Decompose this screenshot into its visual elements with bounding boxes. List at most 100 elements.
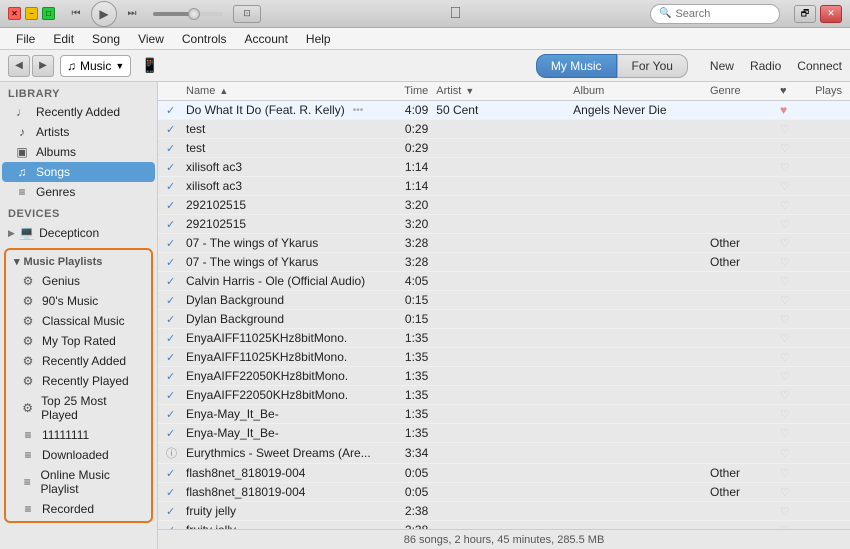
col-header-artist[interactable]: Artist ▼ [436, 85, 573, 97]
song-heart-cell[interactable]: ♡ [780, 198, 802, 212]
song-heart-cell[interactable]: ♡ [780, 179, 802, 193]
song-heart-cell[interactable]: ♡ [780, 160, 802, 174]
heart-icon[interactable]: ♡ [780, 390, 790, 402]
col-header-name[interactable]: Name ▲ [186, 85, 391, 97]
table-row[interactable]: ✓ 07 - The wings of Ykarus 3:28 Other ♡ [158, 253, 850, 272]
sidebar-item-top25[interactable]: ⚙ Top 25 Most Played [8, 391, 149, 425]
heart-icon[interactable]: ♡ [780, 219, 790, 231]
sidebar-item-decepticon[interactable]: ▶ 💻 Decepticon [0, 222, 157, 244]
table-row[interactable]: ✓ EnyaAIFF11025KHz8bitMono. 1:35 ♡ [158, 329, 850, 348]
sidebar-item-recently-added[interactable]: ♩ Recently Added [2, 102, 155, 122]
song-heart-cell[interactable]: ♡ [780, 293, 802, 307]
song-heart-cell[interactable]: ♥ [780, 103, 802, 117]
song-heart-cell[interactable]: ♡ [780, 407, 802, 421]
heart-icon[interactable]: ♡ [780, 162, 790, 174]
song-heart-cell[interactable]: ♡ [780, 331, 802, 345]
heart-icon[interactable]: ♡ [780, 276, 790, 288]
sidebar-item-online-music-playlist[interactable]: ≡ Online Music Playlist [8, 465, 149, 499]
volume-thumb[interactable] [188, 8, 200, 20]
heart-icon[interactable]: ♡ [780, 428, 790, 440]
search-box[interactable]: 🔍 [650, 4, 780, 24]
fast-forward-button[interactable]: ⏭ [121, 3, 143, 25]
play-pause-button[interactable]: ▶ [91, 1, 117, 27]
table-row[interactable]: ⓘ Eurythmics - Sweet Dreams (Are... 3:34… [158, 443, 850, 464]
heart-icon[interactable]: ♡ [780, 200, 790, 212]
volume-slider[interactable] [153, 12, 223, 16]
sidebar-item-90s-music[interactable]: ⚙ 90's Music [8, 291, 149, 311]
menu-edit[interactable]: Edit [45, 30, 82, 48]
forward-button[interactable]: ▶ [32, 55, 54, 77]
menu-view[interactable]: View [130, 30, 172, 48]
sidebar-item-albums[interactable]: ▣ Albums [2, 142, 155, 162]
heart-icon[interactable]: ♡ [780, 468, 790, 480]
song-heart-cell[interactable]: ♡ [780, 485, 802, 499]
rewind-button[interactable]: ⏮ [65, 3, 87, 25]
maximize-button[interactable]: □ [42, 7, 55, 20]
tab-radio[interactable]: Radio [750, 59, 781, 73]
table-row[interactable]: ✓ Dylan Background 0:15 ♡ [158, 291, 850, 310]
playlists-header[interactable]: ▾ Music Playlists [6, 252, 151, 271]
tab-connect[interactable]: Connect [797, 59, 842, 73]
menu-controls[interactable]: Controls [174, 30, 235, 48]
sidebar-item-classical-music[interactable]: ⚙ Classical Music [8, 311, 149, 331]
heart-icon[interactable]: ♡ [780, 124, 790, 136]
location-selector[interactable]: ♫ Music ▼ [60, 55, 131, 77]
back-button[interactable]: ◀ [8, 55, 30, 77]
table-row[interactable]: ✓ test 0:29 ♡ [158, 120, 850, 139]
song-heart-cell[interactable]: ♡ [780, 217, 802, 231]
sidebar-item-recently-added-playlist[interactable]: ⚙ Recently Added [8, 351, 149, 371]
table-row[interactable]: ✓ Enya-May_It_Be- 1:35 ♡ [158, 405, 850, 424]
sidebar-item-songs[interactable]: ♫ Songs [2, 162, 155, 182]
sidebar-item-genius[interactable]: ⚙ Genius [8, 271, 149, 291]
song-heart-cell[interactable]: ♡ [780, 350, 802, 364]
table-row[interactable]: ✓ Do What It Do (Feat. R. Kelly) ••• 4:0… [158, 101, 850, 120]
table-row[interactable]: ✓ test 0:29 ♡ [158, 139, 850, 158]
song-heart-cell[interactable]: ♡ [780, 122, 802, 136]
table-row[interactable]: ✓ 07 - The wings of Ykarus 3:28 Other ♡ [158, 234, 850, 253]
song-heart-cell[interactable]: ♡ [780, 466, 802, 480]
heart-icon[interactable]: ♡ [780, 352, 790, 364]
song-heart-cell[interactable]: ♡ [780, 312, 802, 326]
heart-icon[interactable]: ♡ [780, 314, 790, 326]
menu-account[interactable]: Account [237, 30, 296, 48]
heart-icon[interactable]: ♡ [780, 295, 790, 307]
sidebar-item-my-top-rated[interactable]: ⚙ My Top Rated [8, 331, 149, 351]
tab-new[interactable]: New [710, 59, 734, 73]
song-heart-cell[interactable]: ♡ [780, 255, 802, 269]
table-row[interactable]: ✓ flash8net_818019-004 0:05 Other ♡ [158, 464, 850, 483]
col-header-genre[interactable]: Genre [710, 85, 780, 97]
minimize-button[interactable]: − [25, 7, 38, 20]
sidebar-item-11111111[interactable]: ≡ 11111111 [8, 425, 149, 445]
song-heart-cell[interactable]: ♡ [780, 369, 802, 383]
table-row[interactable]: ✓ EnyaAIFF11025KHz8bitMono. 1:35 ♡ [158, 348, 850, 367]
heart-icon[interactable]: ♡ [780, 181, 790, 193]
col-header-album[interactable]: Album [573, 85, 710, 97]
menu-help[interactable]: Help [298, 30, 339, 48]
tab-for-you[interactable]: For You [617, 54, 688, 78]
table-row[interactable]: ✓ flash8net_818019-004 0:05 Other ♡ [158, 483, 850, 502]
sidebar-item-genres[interactable]: ≡ Genres [2, 182, 155, 202]
heart-icon[interactable]: ♡ [780, 371, 790, 383]
table-row[interactable]: ✓ 292102515 3:20 ♡ [158, 215, 850, 234]
table-row[interactable]: ✓ Enya-May_It_Be- 1:35 ♡ [158, 424, 850, 443]
winclose-button[interactable]: ✕ [820, 5, 842, 23]
sidebar-item-downloaded[interactable]: ≡ Downloaded [8, 445, 149, 465]
close-button[interactable]: ✕ [8, 7, 21, 20]
heart-icon[interactable]: ♡ [780, 448, 790, 460]
heart-icon[interactable]: ♡ [780, 143, 790, 155]
col-header-plays[interactable]: Plays [802, 85, 842, 97]
table-row[interactable]: ✓ xilisoft ac3 1:14 ♡ [158, 158, 850, 177]
sidebar-item-recently-played[interactable]: ⚙ Recently Played [8, 371, 149, 391]
heart-icon[interactable]: ♡ [780, 257, 790, 269]
song-heart-cell[interactable]: ♡ [780, 274, 802, 288]
table-row[interactable]: ✓ xilisoft ac3 1:14 ♡ [158, 177, 850, 196]
song-heart-cell[interactable]: ♡ [780, 388, 802, 402]
display-button[interactable]: ⊡ [233, 5, 261, 23]
heart-icon[interactable]: ♡ [780, 409, 790, 421]
table-row[interactable]: ✓ EnyaAIFF22050KHz8bitMono. 1:35 ♡ [158, 367, 850, 386]
table-row[interactable]: ✓ 292102515 3:20 ♡ [158, 196, 850, 215]
table-row[interactable]: ✓ Dylan Background 0:15 ♡ [158, 310, 850, 329]
more-options-icon[interactable]: ••• [353, 105, 364, 116]
restore-button[interactable]: 🗗 [794, 5, 816, 23]
song-heart-cell[interactable]: ♡ [780, 446, 802, 460]
